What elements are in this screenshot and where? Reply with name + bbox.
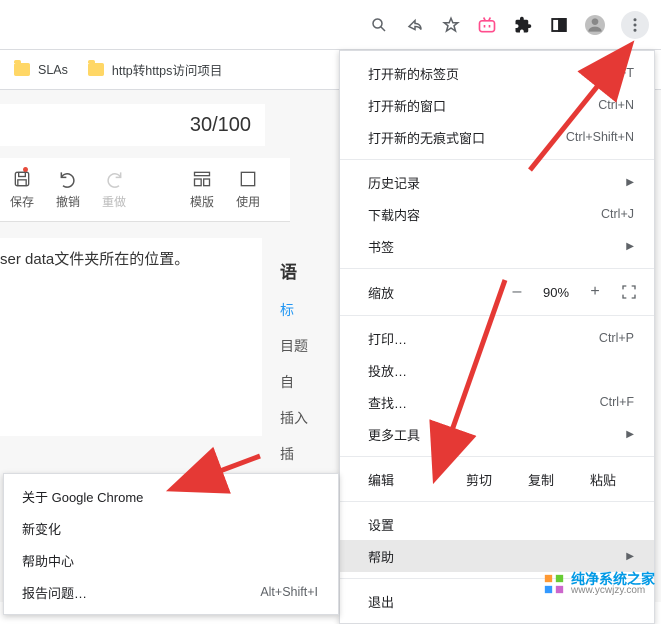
zoom-in-button[interactable]: + xyxy=(580,283,610,301)
score-display: 30/100 xyxy=(0,104,265,146)
menu-separator xyxy=(340,456,654,457)
watermark-url: www.ycwjzy.com xyxy=(571,585,655,596)
chrome-menu: 打开新的标签页 Ctrl+T 打开新的窗口 Ctrl+N 打开新的无痕式窗口 C… xyxy=(339,50,655,624)
bookmark-folder-slas[interactable]: SLAs xyxy=(14,63,68,77)
menu-new-tab[interactable]: 打开新的标签页 Ctrl+T xyxy=(340,57,654,89)
help-center[interactable]: 帮助中心 xyxy=(4,544,338,576)
save-button[interactable]: 保存 xyxy=(10,169,34,210)
chevron-right-icon: ▶ xyxy=(626,177,634,188)
menu-find[interactable]: 查找… Ctrl+F xyxy=(340,386,654,418)
menu-zoom: 缩放 – 90% + xyxy=(340,275,654,309)
folder-icon xyxy=(88,63,104,76)
edit-copy[interactable]: 复制 xyxy=(510,470,572,489)
zoom-out-button[interactable]: – xyxy=(502,283,532,301)
menu-separator xyxy=(340,159,654,160)
bilibili-icon[interactable] xyxy=(477,15,497,35)
help-submenu: 关于 Google Chrome 新变化 帮助中心 报告问题… Alt+Shif… xyxy=(3,473,339,615)
use-button[interactable]: 使用 xyxy=(236,169,260,210)
menu-edit: 编辑 剪切 复制 粘贴 xyxy=(340,463,654,495)
edit-paste[interactable]: 粘贴 xyxy=(572,470,634,489)
editor-toolbar: 保存 撤销 重做 模版 使用 xyxy=(0,158,290,222)
help-whatsnew[interactable]: 新变化 xyxy=(4,512,338,544)
side-item-0[interactable]: 标 xyxy=(280,292,330,328)
menu-incognito[interactable]: 打开新的无痕式窗口 Ctrl+Shift+N xyxy=(340,121,654,153)
menu-print[interactable]: 打印… Ctrl+P xyxy=(340,322,654,354)
menu-more-tools[interactable]: 更多工具 ▶ xyxy=(340,418,654,450)
zoom-value: 90% xyxy=(532,285,580,300)
share-icon[interactable] xyxy=(405,15,425,35)
bookmark-label: http转https访问项目 xyxy=(112,60,222,79)
menu-history[interactable]: 历史记录 ▶ xyxy=(340,166,654,198)
content-text: ser data文件夹所在的位置。 xyxy=(0,248,262,269)
star-icon[interactable] xyxy=(441,15,461,35)
fullscreen-icon[interactable] xyxy=(618,281,640,303)
template-button[interactable]: 模版 xyxy=(190,169,214,210)
help-about[interactable]: 关于 Google Chrome xyxy=(4,480,338,512)
menu-settings[interactable]: 设置 xyxy=(340,508,654,540)
menu-new-window[interactable]: 打开新的窗口 Ctrl+N xyxy=(340,89,654,121)
menu-separator xyxy=(340,501,654,502)
side-item-1[interactable]: 目题 xyxy=(280,328,330,364)
chevron-right-icon: ▶ xyxy=(626,429,634,440)
side-item-3[interactable]: 插入 xyxy=(280,400,330,436)
folder-icon xyxy=(14,63,30,76)
side-item-4[interactable]: 插 xyxy=(280,436,330,472)
extensions-icon[interactable] xyxy=(513,15,533,35)
menu-downloads[interactable]: 下载内容 Ctrl+J xyxy=(340,198,654,230)
side-heading: 语 xyxy=(280,248,330,292)
side-panel: 语 标 目题 自 插入 插 xyxy=(280,248,330,472)
more-icon[interactable] xyxy=(621,11,649,39)
undo-button[interactable]: 撤销 xyxy=(56,169,80,210)
menu-cast[interactable]: 投放… xyxy=(340,354,654,386)
chevron-right-icon: ▶ xyxy=(626,241,634,252)
panel-icon[interactable] xyxy=(549,15,569,35)
bookmark-folder-http[interactable]: http转https访问项目 xyxy=(88,60,222,79)
side-item-2[interactable]: 自 xyxy=(280,364,330,400)
redo-button[interactable]: 重做 xyxy=(102,169,126,210)
profile-icon[interactable] xyxy=(585,15,605,35)
content-area: ser data文件夹所在的位置。 xyxy=(0,238,262,436)
menu-separator xyxy=(340,268,654,269)
menu-separator xyxy=(340,315,654,316)
browser-toolbar xyxy=(0,0,661,50)
menu-help[interactable]: 帮助 ▶ xyxy=(340,540,654,572)
search-icon[interactable] xyxy=(369,15,389,35)
watermark: 纯净系统之家 www.ycwjzy.com xyxy=(543,572,655,596)
bookmark-label: SLAs xyxy=(38,63,68,77)
watermark-logo-icon xyxy=(543,573,565,595)
menu-bookmarks[interactable]: 书签 ▶ xyxy=(340,230,654,262)
edit-cut[interactable]: 剪切 xyxy=(448,470,510,489)
help-report[interactable]: 报告问题… Alt+Shift+I xyxy=(4,576,338,608)
chevron-right-icon: ▶ xyxy=(626,551,634,562)
